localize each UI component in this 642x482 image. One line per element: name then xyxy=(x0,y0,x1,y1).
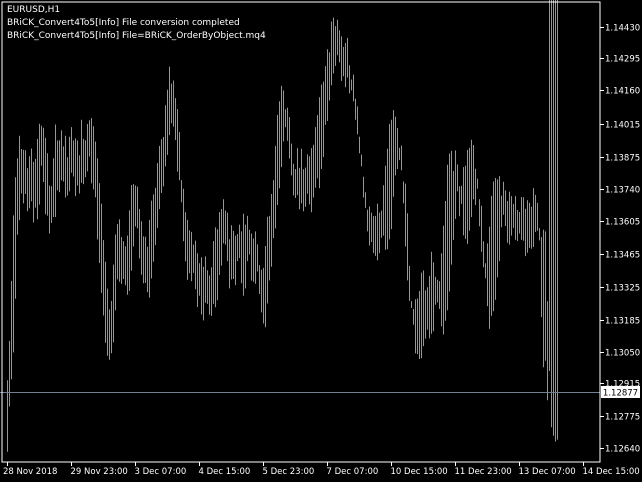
price-axis-label: 1.12775 xyxy=(605,413,640,423)
price-axis-label: 1.13740 xyxy=(605,186,640,196)
price-axis-label: 1.13605 xyxy=(605,218,640,228)
price-axis-label: 1.14015 xyxy=(605,121,640,131)
symbol-timeframe-label: EURUSD,H1 xyxy=(7,5,61,15)
time-axis-label: 3 Dec 07:00 xyxy=(135,467,187,477)
current-price-label: 1.12877 xyxy=(601,386,640,399)
price-axis-label: 1.12640 xyxy=(605,445,640,455)
price-axis-label: 1.13325 xyxy=(605,284,640,294)
time-axis-label: 13 Dec 07:00 xyxy=(519,467,576,477)
time-axis-label: 7 Dec 07:00 xyxy=(327,467,379,477)
chart-window[interactable]: 1.14430 1.14295 1.14160 1.14015 1.13875 1.137… xyxy=(0,0,642,482)
time-axis-label: 4 Dec 15:00 xyxy=(199,467,251,477)
price-axis-label: 1.14160 xyxy=(605,87,640,97)
current-price-value: 1.12877 xyxy=(603,389,638,399)
time-axis-label: 11 Dec 23:00 xyxy=(455,467,512,477)
price-axis-label: 1.14295 xyxy=(605,55,640,65)
price-axis-label: 1.13465 xyxy=(605,251,640,261)
time-axis-label: 28 Nov 2018 xyxy=(3,467,57,477)
price-axis-label: 1.13875 xyxy=(605,154,640,164)
time-axis-label: 29 Nov 23:00 xyxy=(71,467,128,477)
price-axis-label: 1.13050 xyxy=(605,349,640,359)
time-axis-label: 5 Dec 23:00 xyxy=(263,467,315,477)
price-axis-label: 1.14430 xyxy=(605,24,640,34)
price-chart[interactable]: 1.14430 1.14295 1.14160 1.14015 1.13875 1.137… xyxy=(0,0,642,482)
expert-log-line-1: BRiCK_Convert4To5[Info] File conversion … xyxy=(7,18,240,28)
expert-log-line-2: BRiCK_Convert4To5[Info] File=BRiCK_Order… xyxy=(7,31,266,41)
time-axis-label: 10 Dec 15:00 xyxy=(391,467,448,477)
price-axis-label: 1.13185 xyxy=(605,317,640,327)
time-axis-label: 14 Dec 15:00 xyxy=(583,467,640,477)
